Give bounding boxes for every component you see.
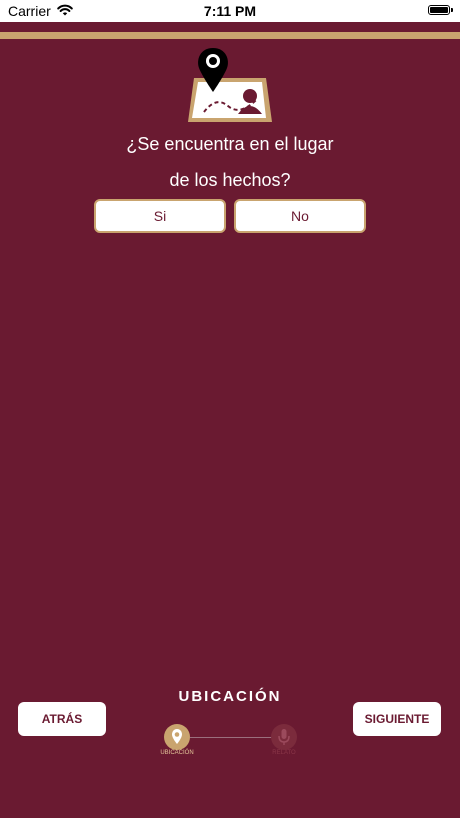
status-bar: Carrier 7:11 PM xyxy=(0,0,460,22)
map-location-icon xyxy=(188,48,272,122)
question-line-2: de los hechos? xyxy=(169,170,291,190)
status-time: 7:11 PM xyxy=(203,3,257,19)
step-label-location: UBICACIÓN xyxy=(160,750,194,756)
step-story[interactable] xyxy=(271,724,297,750)
question-line-1: ¿Se encuentra en el lugar xyxy=(126,134,334,154)
no-button[interactable]: No xyxy=(234,199,366,233)
header-strip xyxy=(0,22,460,40)
battery-icon xyxy=(428,5,453,15)
step-label-story: RELATO xyxy=(272,750,296,756)
yes-button[interactable]: Si xyxy=(94,199,226,233)
step-location[interactable] xyxy=(164,724,190,750)
step-connector xyxy=(190,737,272,738)
microphone-icon xyxy=(278,729,290,745)
back-button[interactable]: ATRÁS xyxy=(18,702,106,736)
next-button[interactable]: SIGUIENTE xyxy=(353,702,441,736)
header-gold-band xyxy=(0,32,460,39)
location-pin-icon xyxy=(172,729,182,744)
